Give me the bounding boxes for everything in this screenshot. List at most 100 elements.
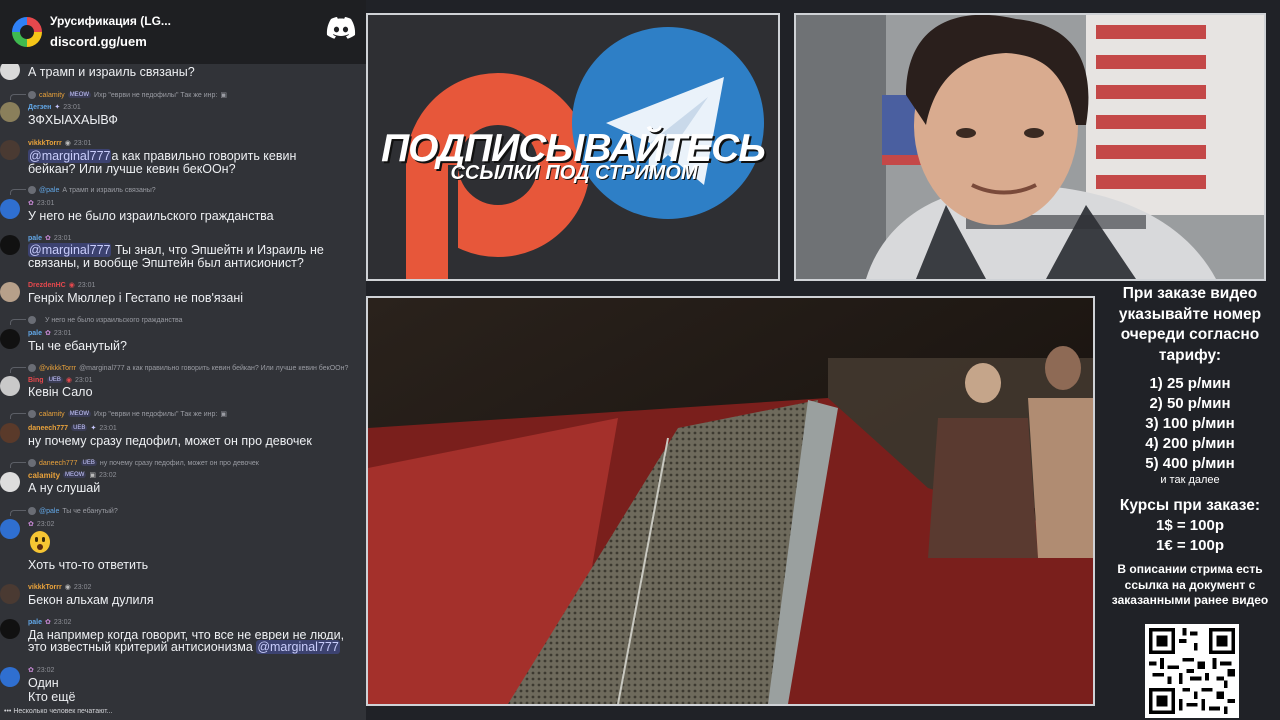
timestamp: 23:01	[36, 199, 55, 207]
reply-preview[interactable]: calamity MEOW Ихр "еврви не педофилы" Та…	[28, 90, 227, 100]
timestamp: 23:01	[77, 281, 96, 289]
reply-preview[interactable]: @vikkkTorrr @marginal777 а как правильно…	[28, 363, 348, 373]
server-header[interactable]: Урусификация (LG... discord.gg/uem	[0, 0, 366, 64]
avatar[interactable]	[0, 64, 20, 80]
message-text: ну почему сразу педофил, может он про де…	[28, 434, 312, 448]
avatar[interactable]	[0, 235, 20, 255]
avatar[interactable]	[0, 376, 20, 396]
reply-text: @marginal777 а как правильно говорить ке…	[79, 364, 349, 372]
message-header: Bing UEB ◉ 23:01	[28, 375, 93, 385]
role-icon: ✿	[45, 619, 51, 626]
message-text-part: это известный критерий антисионизма	[28, 640, 257, 654]
server-invite-link[interactable]: discord.gg/uem	[50, 34, 171, 50]
reply-text: У него не было израильского гражданства	[45, 316, 183, 324]
subscribe-banner: ПОДПИСЫВАЙТЕСЬ ССЫЛКИ ПОД СТРИМОМ	[366, 13, 780, 281]
reply-connector	[10, 367, 26, 373]
timestamp: 23:01	[63, 103, 81, 111]
reply-text: Ты че ебанутый?	[62, 507, 118, 515]
timestamp: 23:02	[53, 618, 72, 626]
role-icon: ✿	[28, 200, 34, 207]
message-header: calamity MEOW ▣ 23:02	[28, 470, 117, 480]
avatar[interactable]	[0, 519, 20, 539]
reply-connector	[10, 510, 26, 516]
reply-author: @vikkkTorrr	[39, 364, 77, 372]
avatar[interactable]	[0, 472, 20, 492]
discord-chat-overlay: Урусификация (LG... discord.gg/uem А тра…	[0, 0, 366, 720]
avatar[interactable]	[0, 199, 20, 219]
message-text: Ты че ебанутый?	[28, 339, 127, 353]
message-list[interactable]: А трамп и израиль связаны? calamity MEOW…	[0, 64, 366, 710]
message-header: daneech777 UEB ✦ 23:01	[28, 423, 117, 433]
avatar[interactable]	[0, 619, 20, 639]
image-icon: ▣	[89, 472, 96, 479]
message-text: Один	[28, 676, 59, 690]
reply-preview[interactable]: calamity MEOW Ихр "еврви не педофилы" Та…	[28, 409, 227, 419]
author-name[interactable]: pale	[28, 235, 42, 242]
message-text-line2: это известный критерий антисионизма @mar…	[28, 640, 340, 654]
video-player[interactable]	[366, 296, 1095, 706]
avatar[interactable]	[0, 423, 20, 443]
server-name: Урусификация (LG...	[50, 14, 171, 28]
avatar[interactable]	[0, 282, 20, 302]
user-mention[interactable]: @marginal777	[28, 243, 112, 257]
role-badge: MEOW	[67, 411, 92, 417]
role-badge: UEB	[71, 425, 88, 431]
timestamp: 23:02	[36, 666, 55, 674]
role-icon: ✿	[45, 330, 51, 337]
avatar[interactable]	[0, 102, 20, 122]
message-text-line2: бейкан? Или лучше кевин бекООн?	[28, 162, 236, 176]
author-name[interactable]: daneech777	[28, 425, 68, 432]
author-name[interactable]: Дегзен	[28, 104, 51, 111]
role-icon: ✿	[45, 235, 51, 242]
avatar	[28, 364, 36, 372]
avatar[interactable]	[0, 584, 20, 604]
timestamp: 23:01	[75, 376, 93, 384]
avatar	[28, 507, 36, 515]
reply-author: calamity	[39, 91, 65, 99]
tariff-list: 1) 25 р/мин 2) 50 р/мин 3) 100 р/мин 4) …	[1100, 374, 1280, 486]
avatar[interactable]	[0, 329, 20, 349]
avatar	[28, 459, 36, 467]
user-icon: ◉	[64, 584, 71, 591]
typing-dots-icon: •••	[4, 708, 12, 715]
qr-code-icon[interactable]	[1145, 624, 1239, 718]
star-icon: ✦	[90, 425, 97, 432]
reply-connector	[10, 413, 26, 419]
author-name[interactable]: pale	[28, 619, 42, 626]
message-text-line2: Кто ещё	[28, 690, 76, 704]
author-name[interactable]: vikkkTorrr	[28, 584, 62, 591]
timestamp: 23:02	[36, 520, 55, 528]
reply-preview[interactable]: daneech777 UEB ну почему сразу педофил, …	[28, 458, 259, 468]
reply-text: ну почему сразу педофил, может он про де…	[99, 459, 259, 467]
author-name[interactable]: calamity	[28, 471, 60, 480]
message-text-line2: связаны, и вообще Эпштейн был антисионис…	[28, 256, 304, 270]
reply-author: @pale	[39, 186, 60, 194]
message-header: DrezdenHC ◉ 23:01	[28, 280, 95, 290]
reply-preview[interactable]: @pale А трамп и израиль связаны?	[28, 185, 156, 195]
reply-connector	[10, 189, 26, 195]
message-header: pale ✿ 23:01	[28, 328, 71, 338]
timestamp: 23:01	[99, 424, 117, 432]
author-name[interactable]: pale	[28, 330, 42, 337]
author-name[interactable]: Bing	[28, 377, 44, 384]
timestamp: 23:02	[73, 583, 92, 591]
reply-preview[interactable]: @pale Ты че ебанутый?	[28, 506, 118, 516]
reply-preview[interactable]: У него не было израильского гражданства	[28, 315, 183, 325]
user-mention[interactable]: @marginal777	[28, 149, 112, 163]
reply-author: calamity	[39, 410, 65, 418]
message-text: У него не было израильского гражданства	[28, 209, 274, 223]
avatar[interactable]	[0, 667, 20, 687]
order-info-panel: При заказе видео указывайте номер очеред…	[1100, 282, 1280, 609]
author-name[interactable]: DrezdenHC	[28, 282, 66, 289]
reply-author: daneech777	[39, 459, 78, 467]
avatar	[28, 316, 36, 324]
message-text: Кевін Сало	[28, 385, 93, 399]
author-name[interactable]: vikkkTorrr	[28, 140, 62, 147]
avatar[interactable]	[0, 140, 20, 160]
message-text-part: а как правильно говорить кевин	[111, 149, 297, 163]
user-mention[interactable]: @marginal777	[256, 640, 340, 654]
role-badge: MEOW	[67, 92, 92, 98]
reply-author: @pale	[39, 507, 60, 515]
message-text: Генріх Мюллер і Гестапо не пов'язані	[28, 291, 244, 305]
avatar	[28, 410, 36, 418]
